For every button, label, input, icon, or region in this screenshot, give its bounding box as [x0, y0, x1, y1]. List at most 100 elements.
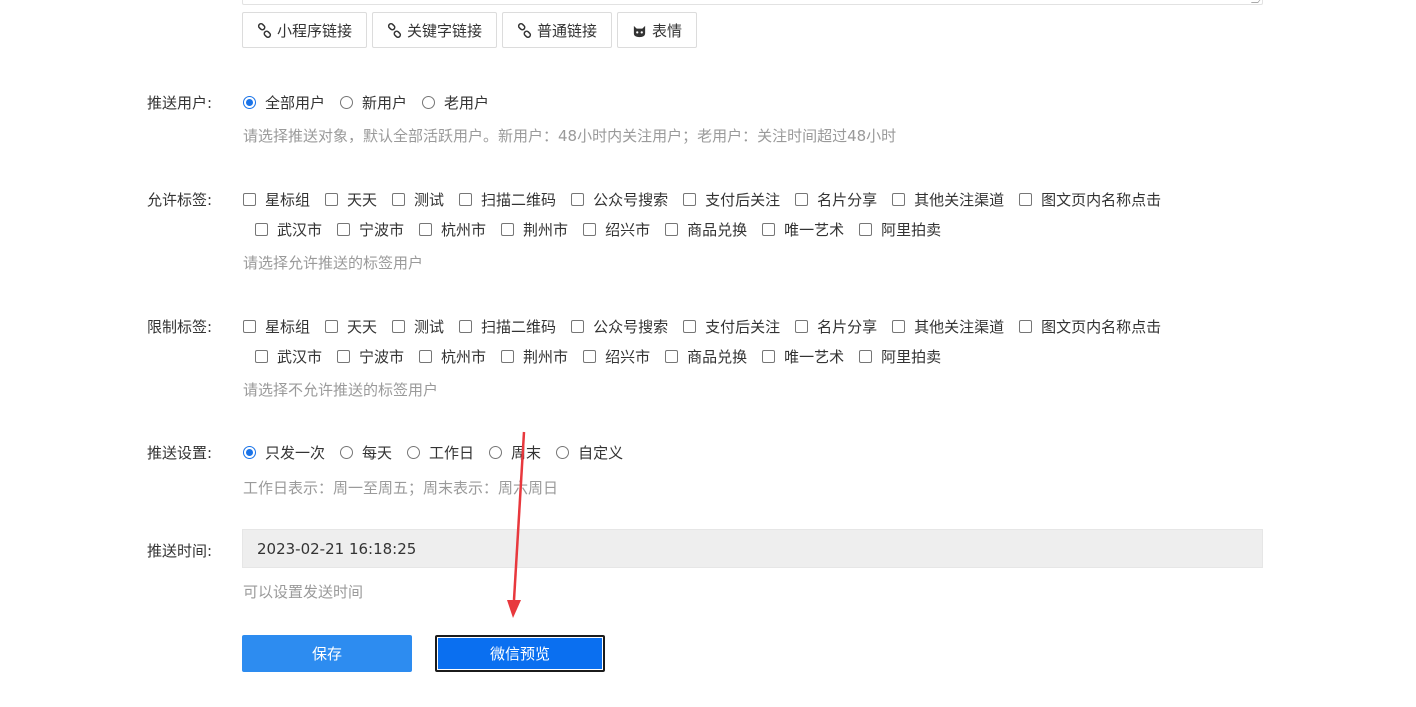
checkbox[interactable]	[392, 193, 406, 206]
checkbox[interactable]	[325, 320, 339, 333]
checkbox[interactable]	[859, 350, 873, 363]
checkbox[interactable]	[892, 193, 906, 206]
checkbox[interactable]	[459, 320, 473, 333]
checkbox[interactable]	[795, 193, 809, 206]
checkbox[interactable]	[255, 350, 268, 363]
checkbox[interactable]	[583, 223, 597, 236]
restrict-tag-option[interactable]: 荆州市	[501, 346, 568, 367]
checkbox[interactable]	[325, 193, 339, 206]
push-time-input[interactable]: 2023-02-21 16:18:25	[242, 529, 1263, 568]
radio-button[interactable]	[556, 446, 570, 459]
allow-tag-option[interactable]: 商品兑换	[665, 219, 747, 240]
checkbox[interactable]	[665, 350, 679, 363]
restrict-tag-option[interactable]: 公众号搜索	[571, 316, 668, 337]
checkbox[interactable]	[459, 193, 473, 206]
allow-tag-option[interactable]: 扫描二维码	[459, 189, 556, 210]
checkbox[interactable]	[1019, 320, 1033, 333]
restrict-tag-option[interactable]: 支付后关注	[683, 316, 780, 337]
checkbox[interactable]	[762, 350, 776, 363]
radio-option-once[interactable]: 只发一次	[243, 442, 325, 463]
restrict-tag-option[interactable]: 阿里拍卖	[859, 346, 941, 367]
restrict-tag-option[interactable]: 天天	[325, 316, 377, 337]
checkbox[interactable]	[683, 193, 697, 206]
allow-tag-option[interactable]: 天天	[325, 189, 377, 210]
checkbox[interactable]	[1019, 193, 1033, 206]
checkbox[interactable]	[583, 350, 597, 363]
checkbox[interactable]	[859, 223, 873, 236]
checkbox[interactable]	[392, 320, 406, 333]
allow-tag-option[interactable]: 星标组	[243, 189, 310, 210]
normal-link-button[interactable]: 普通链接	[502, 12, 613, 48]
restrict-tag-option[interactable]: 武汉市	[255, 346, 322, 367]
radio-button[interactable]	[422, 96, 436, 109]
restrict-tags-row-2: 武汉市 宁波市 杭州市 荆州市 绍兴市 商品兑换 唯一艺术 阿里拍卖	[255, 346, 956, 367]
allow-tag-option[interactable]: 图文页内名称点击	[1019, 189, 1161, 210]
tag-label: 扫描二维码	[481, 318, 557, 336]
allow-tag-option[interactable]: 唯一艺术	[762, 219, 844, 240]
allow-tag-option[interactable]: 阿里拍卖	[859, 219, 941, 240]
checkbox[interactable]	[337, 350, 351, 363]
tag-label: 绍兴市	[605, 221, 651, 239]
restrict-tag-option[interactable]: 图文页内名称点击	[1019, 316, 1161, 337]
checkbox[interactable]	[243, 320, 256, 333]
restrict-tag-option[interactable]: 其他关注渠道	[892, 316, 1004, 337]
wechat-preview-button[interactable]: 微信预览	[435, 635, 605, 672]
allow-tag-option[interactable]: 支付后关注	[683, 189, 780, 210]
tag-label: 阿里拍卖	[881, 348, 942, 366]
miniprogram-link-button[interactable]: 小程序链接	[242, 12, 368, 48]
restrict-tag-option[interactable]: 星标组	[243, 316, 310, 337]
radio-option-weekend[interactable]: 周末	[489, 442, 541, 463]
restrict-tag-option[interactable]: 扫描二维码	[459, 316, 556, 337]
resize-grip-icon[interactable]	[1250, 0, 1263, 3]
radio-button[interactable]	[243, 446, 256, 459]
allow-tag-option[interactable]: 测试	[392, 189, 444, 210]
restrict-tag-option[interactable]: 测试	[392, 316, 444, 337]
radio-button[interactable]	[340, 446, 354, 459]
checkbox[interactable]	[762, 223, 776, 236]
checkbox[interactable]	[255, 223, 268, 236]
allow-tag-option[interactable]: 荆州市	[501, 219, 568, 240]
checkbox[interactable]	[419, 350, 433, 363]
radio-button[interactable]	[243, 96, 256, 109]
restrict-tag-option[interactable]: 杭州市	[419, 346, 486, 367]
checkbox[interactable]	[795, 320, 809, 333]
allow-tags-label: 允许标签:	[147, 191, 213, 209]
allow-tag-option[interactable]: 其他关注渠道	[892, 189, 1004, 210]
radio-option-workday[interactable]: 工作日	[407, 442, 474, 463]
restrict-tag-option[interactable]: 宁波市	[337, 346, 404, 367]
allow-tag-option[interactable]: 杭州市	[419, 219, 486, 240]
radio-option-new-users[interactable]: 新用户	[340, 92, 407, 113]
radio-button[interactable]	[340, 96, 354, 109]
save-button[interactable]: 保存	[242, 635, 412, 672]
checkbox[interactable]	[337, 223, 351, 236]
radio-option-custom[interactable]: 自定义	[556, 442, 623, 463]
restrict-tag-option[interactable]: 商品兑换	[665, 346, 747, 367]
restrict-tag-option[interactable]: 名片分享	[795, 316, 877, 337]
allow-tag-option[interactable]: 武汉市	[255, 219, 322, 240]
radio-button[interactable]	[489, 446, 503, 459]
allow-tag-option[interactable]: 名片分享	[795, 189, 877, 210]
keyword-link-button[interactable]: 关键字链接	[372, 12, 498, 48]
checkbox[interactable]	[665, 223, 679, 236]
checkbox[interactable]	[501, 223, 515, 236]
restrict-tag-option[interactable]: 绍兴市	[583, 346, 650, 367]
allow-tag-option[interactable]: 公众号搜索	[571, 189, 668, 210]
tag-label: 荆州市	[523, 221, 569, 239]
radio-label: 工作日	[429, 444, 475, 462]
checkbox[interactable]	[419, 223, 433, 236]
checkbox[interactable]	[683, 320, 697, 333]
radio-option-old-users[interactable]: 老用户	[422, 92, 489, 113]
emoji-button[interactable]: 表情	[617, 12, 698, 48]
allow-tag-option[interactable]: 绍兴市	[583, 219, 650, 240]
radio-option-all-users[interactable]: 全部用户	[243, 92, 325, 113]
checkbox[interactable]	[243, 193, 256, 206]
message-textarea[interactable]	[242, 0, 1263, 5]
allow-tag-option[interactable]: 宁波市	[337, 219, 404, 240]
checkbox[interactable]	[571, 193, 585, 206]
checkbox[interactable]	[892, 320, 906, 333]
restrict-tag-option[interactable]: 唯一艺术	[762, 346, 844, 367]
radio-option-daily[interactable]: 每天	[340, 442, 392, 463]
checkbox[interactable]	[571, 320, 585, 333]
radio-button[interactable]	[407, 446, 421, 459]
checkbox[interactable]	[501, 350, 515, 363]
